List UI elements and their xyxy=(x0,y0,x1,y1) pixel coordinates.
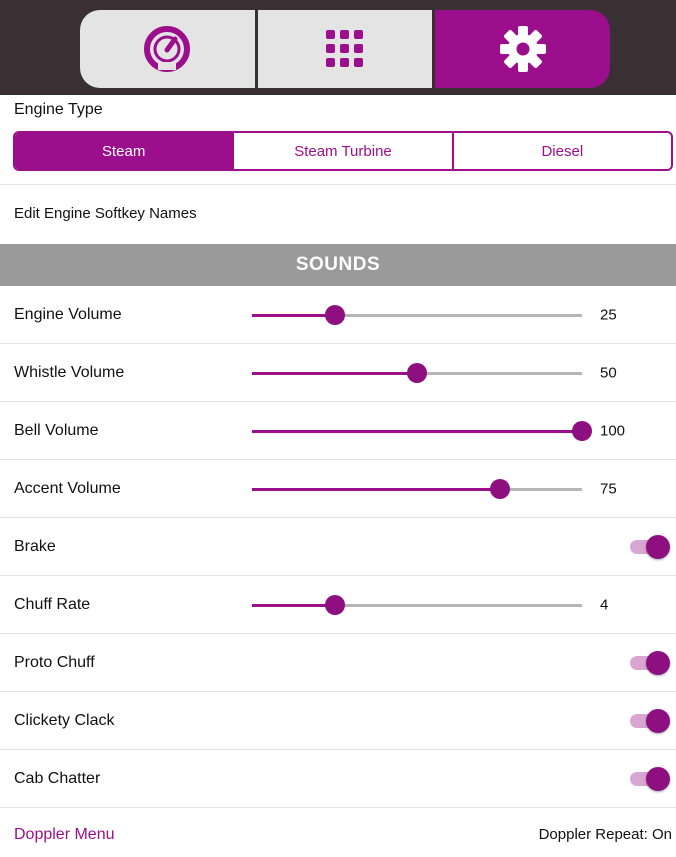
doppler-repeat-status[interactable]: Doppler Repeat: On xyxy=(539,826,672,843)
clickety-clack-toggle[interactable] xyxy=(630,708,670,734)
proto-chuff-label: Proto Chuff xyxy=(14,653,95,671)
clickety-clack-label: Clickety Clack xyxy=(14,711,115,729)
chuff-rate-label: Chuff Rate xyxy=(14,595,91,613)
footer: Doppler Menu Doppler Repeat: On xyxy=(0,808,676,857)
bell-volume-slider[interactable] xyxy=(252,421,592,441)
accent-volume-value: 75 xyxy=(600,480,617,497)
chuff-rate-slider[interactable] xyxy=(252,595,582,615)
whistle-volume-label: Whistle Volume xyxy=(14,363,125,381)
whistle-volume-slider[interactable] xyxy=(252,363,582,383)
accent-volume-label: Accent Volume xyxy=(14,479,121,497)
proto-chuff-toggle[interactable] xyxy=(630,650,670,676)
cab-chatter-toggle[interactable] xyxy=(630,766,670,792)
divider xyxy=(0,184,676,185)
edit-softkey-names-link[interactable]: Edit Engine Softkey Names xyxy=(14,205,197,222)
slider-fill xyxy=(252,429,582,433)
engine-type-steam[interactable]: Steam xyxy=(15,133,233,169)
engine-volume-slider[interactable] xyxy=(252,305,582,325)
brake-label: Brake xyxy=(14,537,56,555)
cab-chatter-row: Cab Chatter xyxy=(0,750,676,808)
top-tab-group xyxy=(80,10,610,88)
bell-volume-value: 100 xyxy=(600,422,626,439)
slider-fill xyxy=(252,313,335,317)
toggle-knob xyxy=(646,708,670,733)
toggle-knob xyxy=(646,534,670,559)
tab-keypad[interactable] xyxy=(254,10,433,88)
engine-type-steam-turbine[interactable]: Steam Turbine xyxy=(232,133,452,169)
slider-thumb[interactable] xyxy=(324,595,345,615)
engine-type-selector: Steam Steam Turbine Diesel xyxy=(13,131,673,171)
slider-fill xyxy=(252,603,335,607)
whistle-volume-value: 50 xyxy=(600,364,617,381)
slider-thumb[interactable] xyxy=(324,305,345,325)
engine-volume-label: Engine Volume xyxy=(14,305,122,323)
whistle-volume-row: Whistle Volume 50 xyxy=(0,344,676,402)
slider-thumb[interactable] xyxy=(407,363,427,383)
bell-volume-label: Bell Volume xyxy=(14,421,99,439)
brake-toggle[interactable] xyxy=(630,534,670,560)
grid-icon xyxy=(326,30,363,67)
engine-type-label: Engine Type xyxy=(14,101,103,118)
accent-volume-row: Accent Volume 75 xyxy=(0,460,676,518)
brake-row: Brake xyxy=(0,518,676,576)
slider-thumb[interactable] xyxy=(572,421,592,441)
slider-thumb[interactable] xyxy=(489,479,510,499)
engine-volume-row: Engine Volume 25 xyxy=(0,286,676,344)
top-bar xyxy=(0,0,676,95)
clickety-clack-row: Clickety Clack xyxy=(0,692,676,750)
toggle-knob xyxy=(646,766,670,791)
bell-volume-row: Bell Volume 100 xyxy=(0,402,676,460)
toggle-knob xyxy=(646,650,670,675)
tab-settings[interactable] xyxy=(432,10,610,88)
doppler-menu-link[interactable]: Doppler Menu xyxy=(14,826,115,844)
accent-volume-slider[interactable] xyxy=(252,479,582,499)
sounds-section-header: SOUNDS xyxy=(0,244,676,286)
engine-volume-value: 25 xyxy=(600,306,617,323)
chuff-rate-value: 4 xyxy=(600,596,609,613)
slider-fill xyxy=(252,371,417,375)
engine-type-diesel[interactable]: Diesel xyxy=(451,133,671,169)
chuff-rate-row: Chuff Rate 4 xyxy=(0,576,676,634)
proto-chuff-row: Proto Chuff xyxy=(0,634,676,692)
slider-fill xyxy=(252,487,500,491)
speedometer-icon xyxy=(144,26,191,72)
gear-icon xyxy=(499,26,546,72)
tab-dashboard[interactable] xyxy=(80,10,255,88)
cab-chatter-label: Cab Chatter xyxy=(14,769,101,787)
